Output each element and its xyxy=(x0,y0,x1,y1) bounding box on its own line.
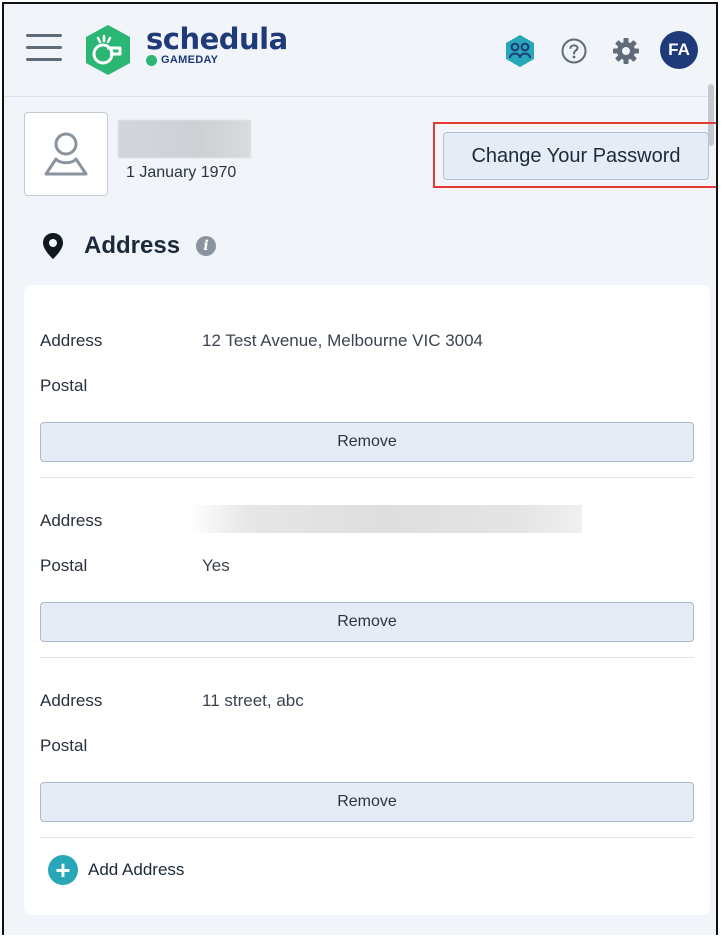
remove-address-button[interactable]: Remove xyxy=(40,782,694,822)
logo-whistle-icon[interactable] xyxy=(82,24,134,76)
profile-photo[interactable] xyxy=(24,112,108,196)
postal-label: Postal xyxy=(40,376,88,395)
app-frame: schedula GAMEDAY FA 1 January 1970 Chang… xyxy=(2,2,718,935)
add-address-label: Add Address xyxy=(88,860,185,879)
address-value: 11 street, abc xyxy=(202,691,304,710)
remove-address-button[interactable]: Remove xyxy=(40,602,694,642)
brand-name: schedula xyxy=(146,22,288,56)
user-placeholder-icon xyxy=(44,132,88,176)
settings-icon[interactable] xyxy=(612,37,640,65)
address-label: Address xyxy=(40,511,103,530)
brand-logo[interactable]: schedula GAMEDAY xyxy=(146,22,288,66)
address-label: Address xyxy=(40,691,103,710)
team-icon[interactable] xyxy=(503,34,537,68)
user-avatar[interactable]: FA xyxy=(660,31,698,69)
menu-icon[interactable] xyxy=(26,34,62,62)
help-icon[interactable] xyxy=(561,38,587,64)
add-address-button[interactable]: + Add Address xyxy=(48,855,184,885)
date-of-birth: 1 January 1970 xyxy=(126,164,237,181)
address-redacted xyxy=(188,505,582,533)
address-label: Address xyxy=(40,331,103,350)
name-redacted xyxy=(118,120,251,158)
postal-label: Postal xyxy=(40,736,88,755)
gameday-mark-icon xyxy=(146,54,157,66)
change-password-button[interactable]: Change Your Password xyxy=(443,132,709,180)
location-pin-icon xyxy=(43,233,63,259)
plus-icon: + xyxy=(48,855,78,885)
divider xyxy=(40,477,694,478)
brand-sub-label: GAMEDAY xyxy=(161,54,219,66)
section-title: Address xyxy=(84,232,181,259)
top-bar: schedula GAMEDAY FA xyxy=(4,4,716,97)
address-value: 12 Test Avenue, Melbourne VIC 3004 xyxy=(202,331,484,350)
info-icon[interactable]: i xyxy=(196,236,217,256)
postal-value: Yes xyxy=(202,556,230,575)
address-section-header: Address i xyxy=(42,232,217,260)
address-card: Address 12 Test Avenue, Melbourne VIC 30… xyxy=(24,285,710,915)
postal-label: Postal xyxy=(40,556,88,575)
divider xyxy=(40,837,694,838)
divider xyxy=(40,657,694,658)
remove-address-button[interactable]: Remove xyxy=(40,422,694,462)
